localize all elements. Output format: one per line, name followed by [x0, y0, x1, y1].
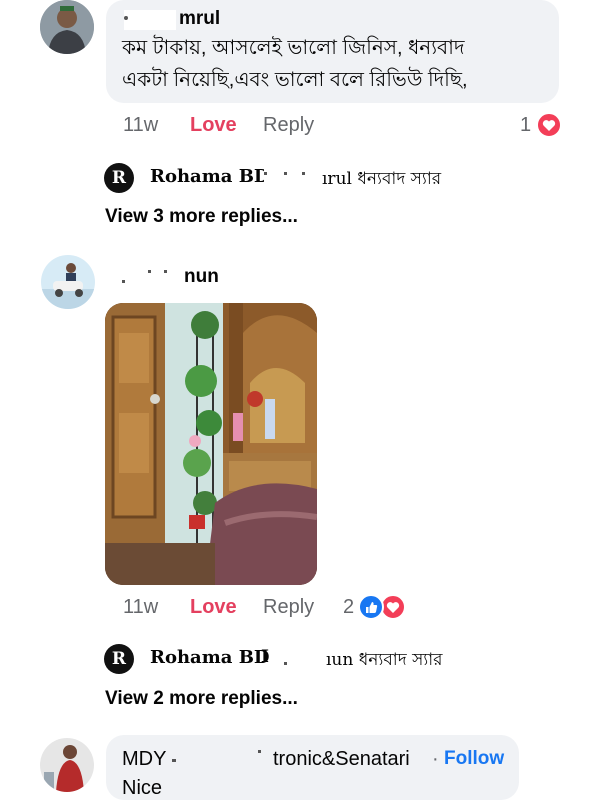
reaction-count-1[interactable]: 1 [520, 114, 531, 137]
person-photo-icon [41, 255, 95, 309]
reply-author-2[interactable]: Rohama BD [150, 647, 270, 668]
view-more-replies-1[interactable]: View 3 more replies... [105, 206, 298, 228]
reply-author-1[interactable]: Rohama BD [150, 166, 270, 187]
reply-author-2-suffix: I [261, 647, 269, 667]
comment-time-2[interactable]: 11w [123, 596, 158, 619]
reply-row-2[interactable]: R Rohama BD I ıun ধন্যবাদ স্যার [104, 644, 564, 678]
reaction-count-2[interactable]: 2 [343, 596, 354, 619]
reply-text-1: ırul ধন্যবাদ স্যার [322, 169, 442, 189]
heart-icon[interactable] [536, 112, 562, 138]
comment-author-3[interactable]: MDY [122, 748, 166, 771]
avatar-commenter-3[interactable] [40, 738, 94, 792]
redacted-name-3 [172, 746, 268, 768]
comment-time-1[interactable]: 11w [123, 114, 158, 137]
reply-button-1[interactable]: Reply [263, 114, 314, 137]
comment-author-1[interactable]: mrul [179, 8, 220, 30]
person-photo-icon [40, 0, 94, 54]
comment-text-line-2: একটা নিয়েছি,এবং ভালো বলে রিভিউ দিছি, [122, 69, 468, 91]
rohama-logo-icon[interactable]: R [104, 644, 134, 674]
love-button-1[interactable]: Love [190, 114, 237, 137]
avatar-commenter-2[interactable] [41, 255, 95, 309]
like-icon[interactable] [358, 594, 384, 620]
redacted-name-2 [122, 268, 182, 288]
view-more-replies-2[interactable]: View 2 more replies... [105, 688, 298, 710]
comment-text-3: Nice [122, 777, 163, 799]
follow-button[interactable]: Follow [444, 748, 504, 770]
person-photo-icon [40, 738, 94, 792]
redacted-name-1 [124, 10, 176, 30]
comment-photo[interactable] [105, 303, 317, 585]
room-photo-image [105, 303, 317, 585]
reply-row-1[interactable]: R Rohama BD ırul ধন্যবাদ স্যার [104, 163, 564, 197]
avatar-commenter-1[interactable] [40, 0, 94, 54]
redacted-mention-2 [270, 648, 326, 670]
comment-author-2[interactable]: nun [184, 266, 219, 288]
love-button-2[interactable]: Love [190, 596, 237, 619]
comment-author-3-suffix[interactable]: tronic&Senatari [273, 748, 410, 771]
redacted-mention-1 [264, 167, 324, 189]
comment-text-line-1: কম টাকায়, আসলেই ভালো জিনিস, ধন্যবাদ [122, 37, 465, 59]
reply-text-2: ıun ধন্যবাদ স্যার [326, 650, 443, 670]
rohama-logo-icon[interactable]: R [104, 163, 134, 193]
separator-dot: · [432, 748, 439, 770]
reply-button-2[interactable]: Reply [263, 596, 314, 619]
